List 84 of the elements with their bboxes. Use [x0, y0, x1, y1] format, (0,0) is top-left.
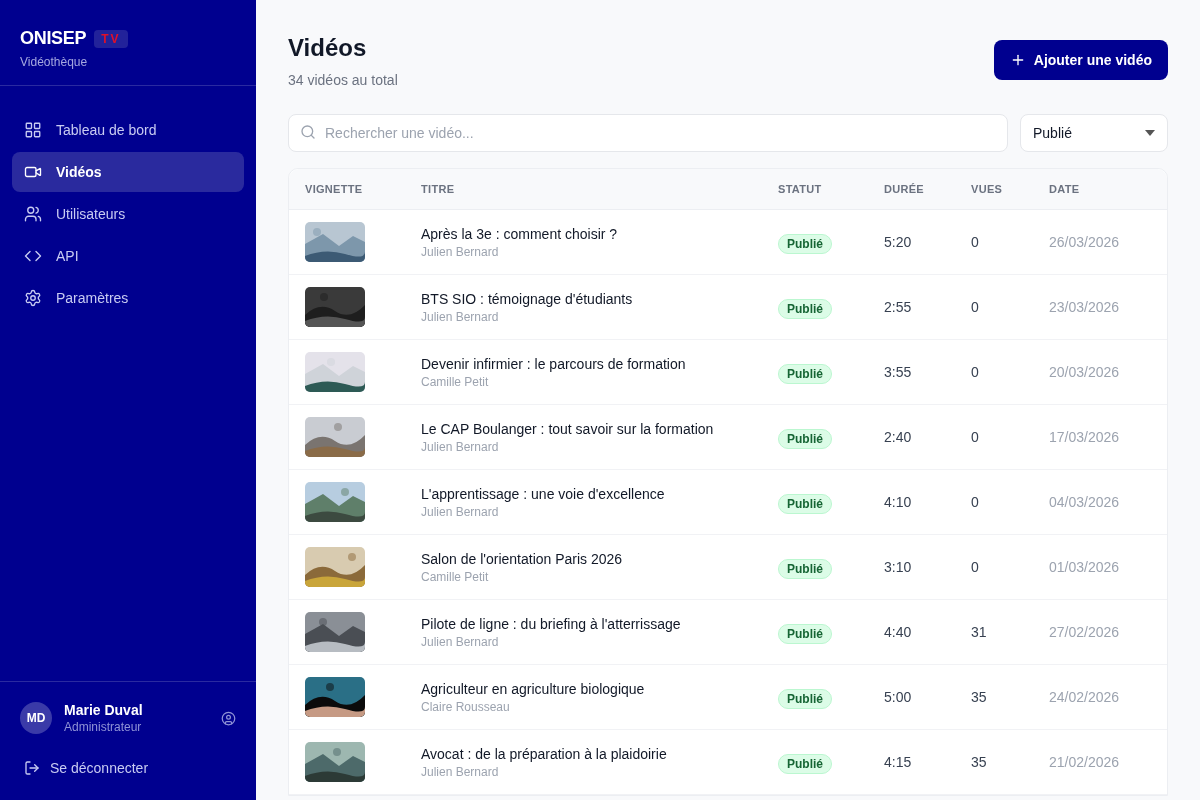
duration-cell-text: 4:15: [884, 754, 913, 770]
views-cell-text: 0: [971, 299, 980, 315]
duration-cell-text: 3:10: [884, 559, 913, 575]
video-author: Claire Rousseau: [421, 699, 511, 714]
status-badge: Publié: [778, 754, 832, 774]
views-cell-text: 0: [971, 559, 980, 575]
users-icon: [24, 205, 42, 223]
date-cell-text: 20/03/2026: [1049, 364, 1121, 380]
column-header: DATE: [1049, 183, 1081, 195]
duration-cell-text: 2:55: [884, 299, 913, 315]
page-title: Vidéos: [288, 34, 368, 62]
video-author: Julien Bernard: [421, 309, 500, 324]
video-title: Le CAP Boulanger : tout savoir sur la formation: [421, 420, 715, 437]
status-badge: Publié: [778, 429, 832, 449]
video-title: Salon de l'orientation Paris 2026: [421, 550, 624, 567]
logout-icon: [24, 760, 40, 776]
status-badge: Publié: [778, 624, 832, 644]
date-cell-text: 23/03/2026: [1049, 299, 1121, 315]
date-cell-text: 26/03/2026: [1049, 234, 1121, 250]
duration-cell-text: 4:40: [884, 624, 913, 640]
views-cell-text: 0: [971, 234, 980, 250]
date-cell-text: 04/03/2026: [1049, 494, 1121, 510]
brand-badge: TV: [94, 29, 128, 48]
date-cell-text: 01/03/2026: [1049, 559, 1121, 575]
nav-item[interactable]: Paramètres: [12, 278, 244, 318]
video-title: Pilote de ligne : du briefing à l'atterrissage: [421, 615, 682, 632]
user-profile-icon[interactable]: [221, 710, 236, 726]
avatar: MD: [20, 702, 52, 734]
video-title: L'apprentissage : une voie d'excellence: [421, 485, 666, 502]
user-role: Administrateur: [64, 720, 143, 734]
video-count: 34 vidéos au total: [288, 72, 398, 88]
column-header: VUES: [971, 183, 1004, 195]
add-video-button[interactable]: Ajouter une vidéo: [993, 40, 1168, 80]
nav-item[interactable]: Utilisateurs: [12, 194, 244, 234]
video-title: Avocat : de la préparation à la plaidoirie: [421, 745, 668, 762]
status-badge: Publié: [778, 299, 832, 319]
logout-link[interactable]: Se déconnecter: [20, 760, 236, 776]
search-field[interactable]: Rechercher une vidéo...: [288, 114, 1008, 152]
video-title: Agriculteur en agriculture biologique: [421, 680, 646, 697]
grid-icon: [24, 121, 42, 139]
column-header: VIGNETTE: [305, 183, 364, 195]
status-select[interactable]: Publié: [1020, 114, 1168, 152]
views-cell-text: 31: [971, 624, 988, 640]
duration-cell-text: 4:10: [884, 494, 913, 510]
column-header: DURÉE: [884, 183, 925, 195]
caret-icon: [1145, 130, 1155, 136]
settings-icon: [24, 289, 42, 307]
video-author: Julien Bernard: [421, 244, 500, 259]
search-icon: [300, 124, 316, 140]
brand-subtitle: Vidéothèque: [20, 55, 89, 69]
views-cell-text: 0: [971, 429, 980, 445]
column-header: TITRE: [421, 183, 456, 195]
column-header: STATUT: [778, 183, 823, 195]
nav-item[interactable]: Tableau de bord: [12, 110, 244, 150]
video-author: Camille Petit: [421, 374, 490, 389]
video-author: Julien Bernard: [421, 439, 500, 454]
video-title: BTS SIO : témoignage d'étudiants: [421, 290, 634, 307]
views-cell-text: 0: [971, 364, 980, 380]
date-cell-text: 27/02/2026: [1049, 624, 1121, 640]
video-author: Julien Bernard: [421, 634, 500, 649]
video-author: Camille Petit: [421, 569, 490, 584]
video-author: Julien Bernard: [421, 504, 500, 519]
status-badge: Publié: [778, 234, 832, 254]
user-name: Marie Duval: [64, 702, 144, 718]
duration-cell-text: 3:55: [884, 364, 913, 380]
status-badge: Publié: [778, 494, 832, 514]
status-badge: Publié: [778, 689, 832, 709]
duration-cell-text: 5:20: [884, 234, 913, 250]
status-badge: Publié: [778, 364, 832, 384]
date-cell-text: 24/02/2026: [1049, 689, 1121, 705]
date-cell-text: 21/02/2026: [1049, 754, 1121, 770]
views-cell-text: 0: [971, 494, 980, 510]
duration-cell-text: 5:00: [884, 689, 913, 705]
duration-cell-text: 2:40: [884, 429, 913, 445]
video-title: Devenir infirmier : le parcours de formation: [421, 355, 687, 372]
views-cell-text: 35: [971, 689, 988, 705]
nav-item[interactable]: Vidéos: [12, 152, 244, 192]
brand-name: ONISEP: [20, 28, 87, 49]
nav-item[interactable]: API: [12, 236, 244, 276]
video-title: Après la 3e : comment choisir ?: [421, 225, 619, 242]
status-badge: Publié: [778, 559, 832, 579]
date-cell-text: 17/03/2026: [1049, 429, 1121, 445]
views-cell-text: 35: [971, 754, 988, 770]
video-author: Julien Bernard: [421, 764, 500, 779]
